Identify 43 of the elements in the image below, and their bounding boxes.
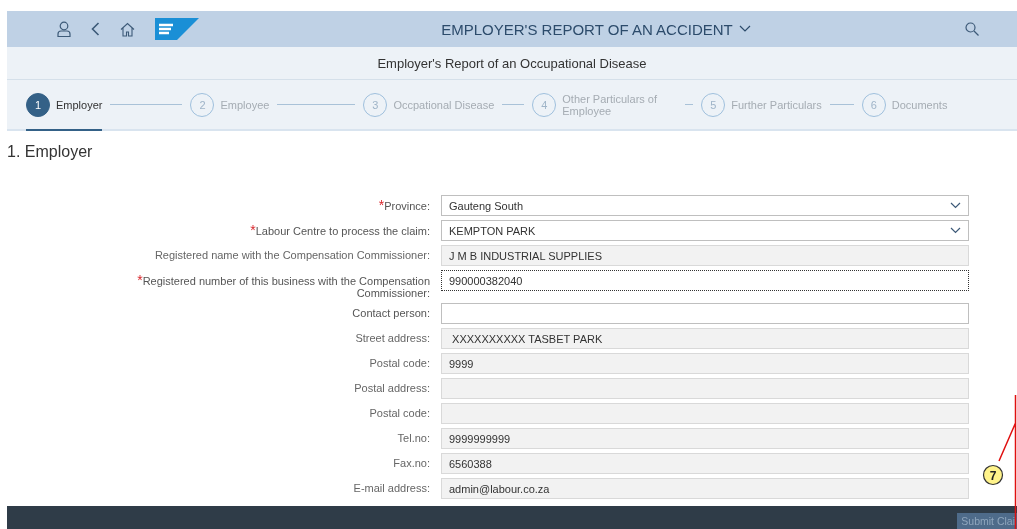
- field-label: Postal code:: [369, 406, 430, 421]
- page-subtitle: Employer's Report of an Occupational Disease: [377, 55, 647, 71]
- field-label: E-mail address:: [353, 481, 430, 496]
- step-label: Further Particulars: [731, 98, 822, 111]
- input-field[interactable]: XXXXXXXXXX TASBET PARK: [441, 328, 969, 349]
- field-label: *Province:: [378, 196, 430, 215]
- step-label: Employer: [56, 98, 103, 111]
- input-field[interactable]: [441, 303, 969, 324]
- user-icon[interactable]: [57, 21, 71, 37]
- search-icon[interactable]: [965, 22, 979, 36]
- section-title: 1. Employer: [7, 143, 94, 161]
- field-label: *Labour Centre to process the claim:: [250, 221, 430, 240]
- step-label: Occpational Disease: [393, 98, 495, 111]
- input-field[interactable]: [441, 378, 969, 399]
- field-label: Registered name with the Compensation Commissioner:: [154, 248, 430, 263]
- back-icon[interactable]: [91, 22, 100, 36]
- wizard-step[interactable]: 1 Employer: [26, 80, 103, 129]
- dropdown-field[interactable]: Gauteng South: [441, 195, 969, 216]
- input-field[interactable]: 990000382040: [441, 270, 969, 291]
- chevron-down-icon[interactable]: [950, 227, 961, 234]
- chevron-down-icon: [738, 25, 751, 33]
- field-label: Tel.no:: [397, 431, 430, 446]
- input-field[interactable]: 9999: [441, 353, 969, 374]
- logo-icon: [155, 18, 199, 40]
- chevron-down-icon[interactable]: [950, 202, 961, 209]
- input-field[interactable]: 9999999999: [441, 428, 969, 449]
- input-field[interactable]: 6560388: [441, 453, 969, 474]
- step-number: 1: [26, 92, 50, 117]
- field-label: Street address:: [355, 331, 430, 346]
- home-icon[interactable]: [120, 21, 135, 37]
- input-field[interactable]: J M B INDUSTRIAL SUPPLIES: [441, 245, 969, 266]
- field-label: Contact person:: [352, 306, 430, 321]
- app-title-menu[interactable]: EMPLOYER'S REPORT OF AN ACCIDENT: [227, 20, 965, 38]
- step-label: Employee: [220, 98, 270, 111]
- dropdown-field[interactable]: KEMPTON PARK: [441, 220, 969, 241]
- field-label: Postal code:: [369, 356, 430, 371]
- input-field[interactable]: [441, 403, 969, 424]
- field-label: Postal address:: [354, 381, 430, 396]
- field-label: *Registered number of this business with the Compensation Commissioner:: [136, 271, 430, 299]
- field-label: Fax.no:: [393, 456, 430, 471]
- step-label: Documents: [891, 98, 948, 111]
- step-label: Other Particulars of Employee: [562, 92, 659, 117]
- input-field[interactable]: admin@labour.co.za: [441, 478, 969, 499]
